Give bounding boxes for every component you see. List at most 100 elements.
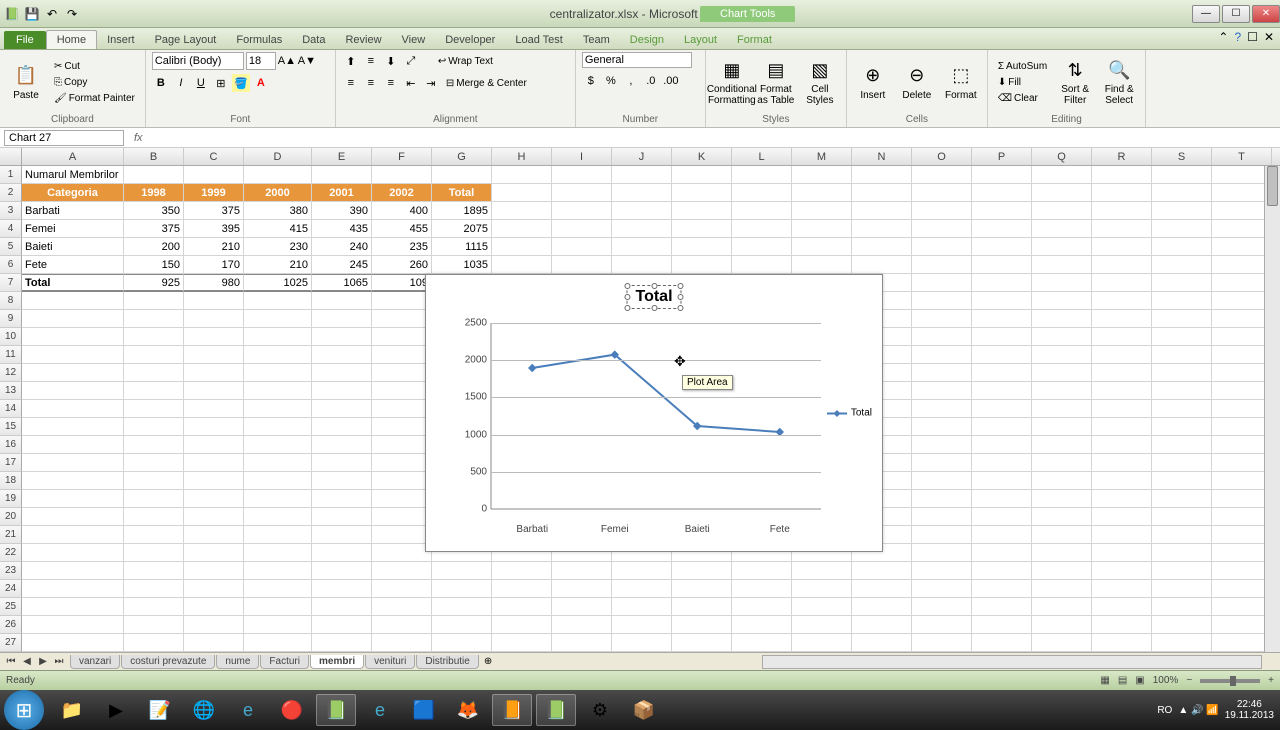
zoom-out-icon[interactable]: −	[1186, 675, 1192, 686]
font-size-select[interactable]	[246, 52, 276, 70]
task-excel-icon[interactable]: 📗	[316, 694, 356, 726]
cell[interactable]	[1032, 454, 1092, 472]
cell[interactable]	[612, 616, 672, 634]
cell[interactable]	[372, 346, 432, 364]
cell[interactable]	[1212, 418, 1272, 436]
cell[interactable]	[1092, 202, 1152, 220]
new-sheet-icon[interactable]: ⊕	[484, 656, 492, 667]
italic-button[interactable]: I	[172, 74, 190, 92]
row-header[interactable]: 22	[0, 544, 22, 562]
col-header[interactable]: I	[552, 148, 612, 165]
cell[interactable]	[1152, 490, 1212, 508]
cell[interactable]: 390	[312, 202, 372, 220]
cell[interactable]	[312, 328, 372, 346]
tab-view[interactable]: View	[392, 31, 436, 49]
cell[interactable]	[1032, 490, 1092, 508]
cell[interactable]	[792, 580, 852, 598]
cell[interactable]: 435	[312, 220, 372, 238]
cell[interactable]	[732, 166, 792, 184]
cell[interactable]	[1092, 400, 1152, 418]
cell[interactable]	[552, 616, 612, 634]
task-chrome[interactable]: 🔴	[272, 694, 312, 726]
format-painter-button[interactable]: 🖌Format Painter	[50, 91, 139, 106]
cell[interactable]	[372, 292, 432, 310]
cell[interactable]	[1032, 616, 1092, 634]
cell[interactable]	[1152, 598, 1212, 616]
cell[interactable]	[1092, 310, 1152, 328]
cell[interactable]	[972, 346, 1032, 364]
redo-icon[interactable]: ↷	[64, 6, 80, 22]
col-header[interactable]: P	[972, 148, 1032, 165]
delete-cells-button[interactable]: ⊖Delete	[897, 64, 937, 101]
tray-lang[interactable]: RO	[1157, 705, 1172, 716]
cell[interactable]	[184, 562, 244, 580]
cell[interactable]	[912, 418, 972, 436]
spreadsheet-grid[interactable]: ABCDEFGHIJKLMNOPQRST 1234567891011121314…	[0, 148, 1280, 652]
cell[interactable]	[22, 526, 124, 544]
cell[interactable]	[1032, 634, 1092, 652]
cell[interactable]	[1032, 274, 1092, 292]
cell[interactable]	[972, 238, 1032, 256]
cell[interactable]: 170	[184, 256, 244, 274]
cell[interactable]	[1212, 346, 1272, 364]
col-header[interactable]: F	[372, 148, 432, 165]
cell[interactable]	[372, 598, 432, 616]
task-ppt[interactable]: 📙	[492, 694, 532, 726]
task-sticky[interactable]: 📝	[140, 694, 180, 726]
minimize-ribbon-icon[interactable]: ⌃	[1218, 30, 1228, 44]
cell[interactable]	[124, 328, 184, 346]
cell[interactable]	[972, 328, 1032, 346]
cell[interactable]	[1152, 454, 1212, 472]
format-cells-button[interactable]: ⬚Format	[941, 64, 981, 101]
cell[interactable]	[1092, 220, 1152, 238]
view-break-icon[interactable]: ▣	[1135, 675, 1144, 686]
col-header[interactable]: E	[312, 148, 372, 165]
cell[interactable]	[312, 544, 372, 562]
cell[interactable]	[1032, 382, 1092, 400]
cell[interactable]	[972, 202, 1032, 220]
cell[interactable]	[492, 166, 552, 184]
col-header[interactable]: N	[852, 148, 912, 165]
cell[interactable]	[1152, 436, 1212, 454]
cell[interactable]	[1212, 508, 1272, 526]
cell[interactable]	[372, 616, 432, 634]
col-header[interactable]: T	[1212, 148, 1272, 165]
cell[interactable]	[1212, 166, 1272, 184]
cell[interactable]	[912, 220, 972, 238]
cell[interactable]	[184, 454, 244, 472]
cell[interactable]	[552, 634, 612, 652]
tab-format[interactable]: Format	[727, 31, 782, 49]
tab-data[interactable]: Data	[292, 31, 335, 49]
cell[interactable]	[1152, 256, 1212, 274]
cell[interactable]	[972, 220, 1032, 238]
col-header[interactable]: J	[612, 148, 672, 165]
comma-icon[interactable]: ,	[622, 72, 640, 90]
row-header[interactable]: 18	[0, 472, 22, 490]
row-header[interactable]: 24	[0, 580, 22, 598]
cell[interactable]	[672, 238, 732, 256]
cell[interactable]: 2001	[312, 184, 372, 202]
cell[interactable]	[184, 418, 244, 436]
cell[interactable]: 380	[244, 202, 312, 220]
cell[interactable]	[972, 562, 1032, 580]
cell[interactable]	[184, 508, 244, 526]
cell[interactable]	[972, 454, 1032, 472]
cell[interactable]	[972, 256, 1032, 274]
cell[interactable]	[1092, 580, 1152, 598]
cell[interactable]	[492, 220, 552, 238]
cell[interactable]	[972, 364, 1032, 382]
cell[interactable]	[912, 490, 972, 508]
cell[interactable]	[912, 382, 972, 400]
cell[interactable]	[124, 544, 184, 562]
cell[interactable]	[22, 634, 124, 652]
cell[interactable]	[732, 238, 792, 256]
cell[interactable]	[732, 202, 792, 220]
cell[interactable]	[1152, 364, 1212, 382]
cell[interactable]	[1032, 580, 1092, 598]
cell[interactable]: Categoria	[22, 184, 124, 202]
row-header[interactable]: 17	[0, 454, 22, 472]
cell[interactable]: Total	[432, 184, 492, 202]
cell[interactable]	[1152, 634, 1212, 652]
row-header[interactable]: 20	[0, 508, 22, 526]
cell[interactable]	[184, 166, 244, 184]
